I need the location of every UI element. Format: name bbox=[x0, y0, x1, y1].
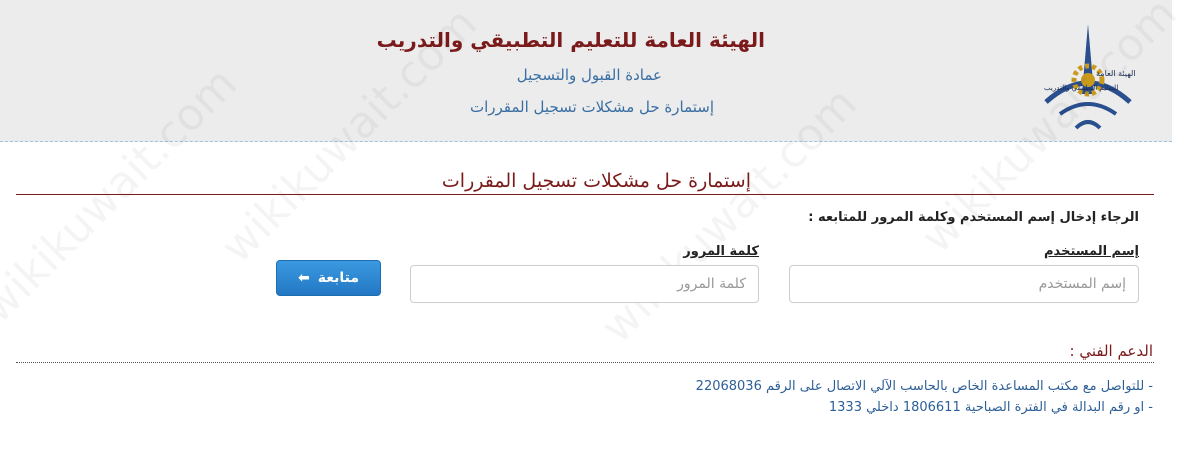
support-title: الدعم الفني : bbox=[1069, 342, 1154, 360]
logo-text-line1: الهيئة العامة bbox=[1096, 69, 1136, 78]
arrow-left-icon: ⬅ bbox=[297, 270, 310, 286]
password-label: كلمة المرور bbox=[683, 244, 759, 259]
logo-text-line2: للتعليم التطبيقي والتدريب bbox=[1044, 84, 1118, 92]
heading-divider bbox=[16, 194, 1154, 195]
support-switchboard-line: - او رقم البدالة في الفترة الصباحية 1806… bbox=[828, 400, 1153, 415]
username-input[interactable] bbox=[789, 265, 1139, 303]
continue-button[interactable]: متابعة ⬅ bbox=[276, 260, 381, 296]
page-title: إستمارة حل مشكلات تسجيل المقررات bbox=[441, 170, 751, 192]
org-title: الهيئة العامة للتعليم التطبيقي والتدريب bbox=[376, 28, 765, 52]
paaet-logo-icon: الهيئة العامة للتعليم التطبيقي والتدريب bbox=[1044, 24, 1136, 130]
username-label: إسم المستخدم bbox=[1044, 244, 1139, 259]
support-phone-line: - للتواصل مع مكتب المساعدة الخاص بالحاسب… bbox=[695, 379, 1153, 394]
password-input[interactable] bbox=[410, 265, 759, 303]
form-subtitle: إستمارة حل مشكلات تسجيل المقررات bbox=[469, 98, 714, 116]
dept-title: عمادة القبول والتسجيل bbox=[516, 66, 662, 84]
continue-button-label: متابعة bbox=[317, 270, 360, 286]
support-divider bbox=[16, 362, 1154, 363]
login-instruction: الرجاء إدخال إسم المستخدم وكلمة المرور ل… bbox=[808, 210, 1139, 225]
page-header: الهيئة العامة للتعليم التطبيقي والتدريب … bbox=[0, 0, 1172, 142]
